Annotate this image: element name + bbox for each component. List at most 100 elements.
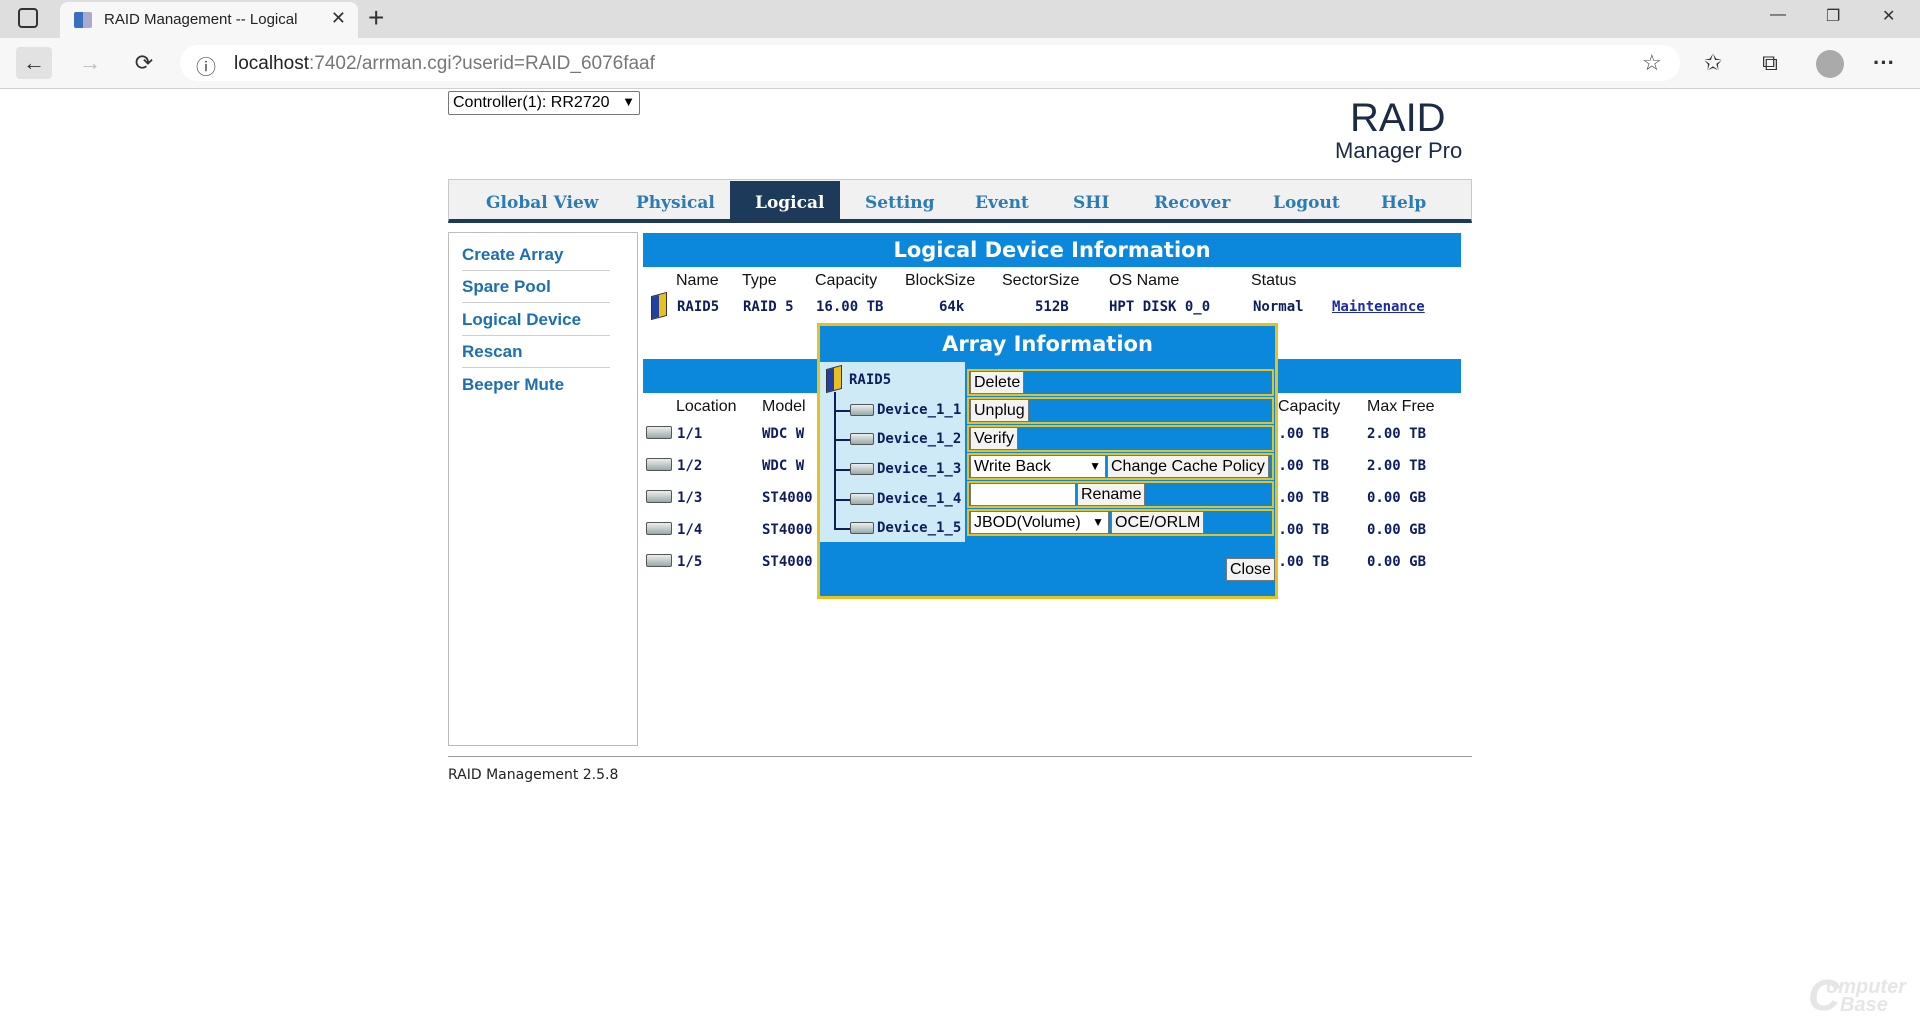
tree-device: Device_1_5 <box>877 520 962 536</box>
tree-branch <box>834 439 850 441</box>
cache-policy-select[interactable]: Write Back ▼ <box>970 455 1106 478</box>
nav-global-view[interactable]: Global View <box>486 193 598 213</box>
maintenance-link[interactable]: Maintenance <box>1332 299 1425 315</box>
profile-avatar[interactable] <box>1816 50 1844 78</box>
disk-icon <box>646 490 672 503</box>
sidebar-item-rescan[interactable]: Rescan <box>462 342 522 362</box>
tree-branch <box>834 410 850 412</box>
chevron-down-icon: ▼ <box>622 94 635 109</box>
logo-raid: RAID <box>1350 96 1446 140</box>
tab-close-icon[interactable]: ✕ <box>331 8 346 29</box>
disk-capacity: 4.00 TB <box>1270 522 1330 538</box>
tree-array-name: RAID5 <box>849 372 892 388</box>
oce-mode-select[interactable]: JBOD(Volume) ▼ <box>970 511 1109 534</box>
close-dialog-button[interactable]: Close <box>1226 558 1275 581</box>
nav-help[interactable]: Help <box>1381 193 1426 213</box>
col-header-sectorsize: SectorSize <box>1002 272 1080 289</box>
tree-device: Device_1_3 <box>877 461 962 477</box>
forward-icon[interactable]: → <box>72 47 108 79</box>
nav-physical[interactable]: Physical <box>636 193 715 213</box>
nav-recover[interactable]: Recover <box>1154 193 1230 213</box>
col-header-max-free: Max Free <box>1367 398 1435 415</box>
sidebar-divider <box>462 302 610 303</box>
window-close-button[interactable]: ✕ <box>1882 6 1895 26</box>
browser-tab[interactable]: RAID Management -- Logical ✕ <box>60 2 358 38</box>
reload-icon[interactable]: ⟳ <box>126 47 162 79</box>
array-os-name: HPT DISK 0_0 <box>1109 299 1211 315</box>
new-tab-button[interactable]: + <box>368 2 384 34</box>
url-path: :7402/arrman.cgi?userid=RAID_6076faaf <box>309 53 655 74</box>
col-header-name: Name <box>676 272 719 289</box>
favorite-star-icon[interactable]: ☆ <box>1642 50 1662 76</box>
disk-model: WDC W <box>762 458 805 474</box>
col-header-capacity: Capacity <box>815 272 878 289</box>
array-tree <box>820 362 965 542</box>
nav-shi[interactable]: SHI <box>1073 193 1109 213</box>
unplug-button[interactable]: Unplug <box>970 399 1029 422</box>
url-host: localhost <box>234 53 309 74</box>
col-header-location: Location <box>676 398 737 415</box>
disk-icon <box>646 426 672 439</box>
controller-select[interactable]: Controller(1): RR2720 ▼ <box>448 91 640 115</box>
address-bar[interactable]: ⓘ localhost:7402/arrman.cgi?userid=RAID_… <box>180 45 1680 81</box>
action-row-oce: JBOD(Volume) ▼ OCE/ORLM <box>967 509 1274 536</box>
action-row-delete: Delete <box>967 369 1274 396</box>
nav-logical[interactable]: Logical <box>755 193 824 213</box>
disk-location: 1/1 <box>677 426 703 442</box>
tree-line <box>834 392 836 528</box>
change-cache-policy-button[interactable]: Change Cache Policy <box>1107 455 1269 478</box>
tree-device: Device_1_1 <box>877 402 962 418</box>
disk-icon <box>850 493 874 505</box>
disk-icon <box>850 463 874 475</box>
chevron-down-icon: ▼ <box>1092 515 1104 529</box>
oce-mode-value: JBOD(Volume) <box>974 514 1081 531</box>
disk-max-free: 0.00 GB <box>1367 522 1427 538</box>
verify-button[interactable]: Verify <box>970 427 1019 450</box>
col-header-os-name: OS Name <box>1109 272 1180 289</box>
disk-icon <box>646 522 672 535</box>
cache-policy-value: Write Back <box>974 458 1052 475</box>
restore-button[interactable]: ❐ <box>1826 6 1840 26</box>
array-name: RAID5 <box>677 299 720 315</box>
disk-capacity: 6.00 TB <box>1270 458 1330 474</box>
disk-capacity: 4.00 TB <box>1270 490 1330 506</box>
array-type: RAID 5 <box>743 299 794 315</box>
tab-actions-icon[interactable] <box>18 8 38 28</box>
sidebar-item-beeper-mute[interactable]: Beeper Mute <box>462 375 564 395</box>
raid-array-icon <box>651 291 667 321</box>
nav-logout[interactable]: Logout <box>1273 193 1340 213</box>
rename-button[interactable]: Rename <box>1077 483 1146 506</box>
sidebar-divider <box>462 270 610 271</box>
collections-icon[interactable]: ⧉ <box>1752 47 1788 79</box>
footer-version: RAID Management 2.5.8 <box>448 767 619 783</box>
sidebar-item-logical-device[interactable]: Logical Device <box>462 310 581 330</box>
col-header-phys-capacity: Capacity <box>1278 398 1341 415</box>
oce-orlm-button[interactable]: OCE/ORLM <box>1111 511 1205 534</box>
sidebar-item-create-array[interactable]: Create Array <box>462 245 563 265</box>
site-info-icon[interactable]: ⓘ <box>196 51 216 80</box>
back-icon[interactable]: ← <box>16 47 52 79</box>
action-row-rename: Rename <box>967 481 1274 508</box>
disk-model: ST4000 <box>762 554 813 570</box>
favorites-icon[interactable]: ✩ <box>1695 47 1731 79</box>
logical-device-info-title: Logical Device Information <box>643 233 1461 267</box>
array-capacity: 16.00 TB <box>816 299 884 315</box>
nav-setting[interactable]: Setting <box>865 193 935 213</box>
nav-event[interactable]: Event <box>975 193 1029 213</box>
array-blocksize: 64k <box>939 299 965 315</box>
sidebar-item-spare-pool[interactable]: Spare Pool <box>462 277 551 297</box>
tree-device: Device_1_4 <box>877 491 962 507</box>
tab-title: RAID Management -- Logical <box>104 11 298 28</box>
more-menu-icon[interactable]: ··· <box>1866 47 1902 79</box>
minimize-button[interactable]: — <box>1770 6 1786 24</box>
dialog-title: Array Information <box>942 332 1153 356</box>
disk-icon <box>646 554 672 567</box>
rename-input[interactable] <box>970 483 1076 506</box>
disk-max-free: 2.00 TB <box>1367 458 1427 474</box>
disk-location: 1/4 <box>677 522 703 538</box>
delete-button[interactable]: Delete <box>970 371 1025 394</box>
action-row-cache: Write Back ▼ Change Cache Policy <box>967 453 1274 480</box>
tree-branch <box>834 528 850 530</box>
raid-array-icon <box>826 364 842 394</box>
tree-device: Device_1_2 <box>877 431 962 447</box>
